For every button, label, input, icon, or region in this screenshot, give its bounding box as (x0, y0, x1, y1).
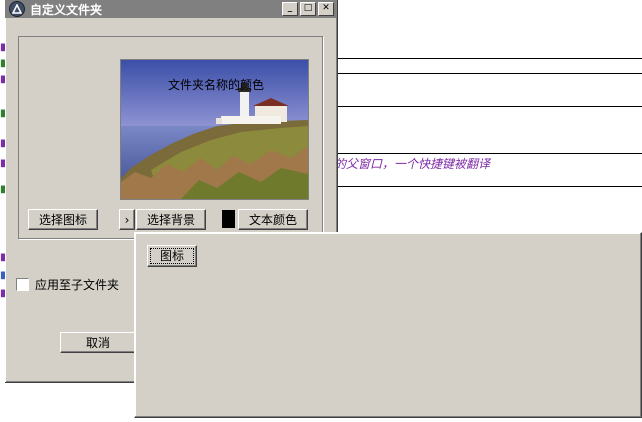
minimize-button[interactable]: _ (282, 2, 298, 16)
doc-rule (336, 58, 642, 59)
icon-panel: 图标 (134, 232, 642, 418)
folder-name-color-label: 文件夹名称的颜色 (168, 78, 265, 92)
desktop: 艾的父窗口，一个快捷键被翻译 ■ ■ ■ ■ ■ ■ ■ ■ ■ ■ 自定义文件… (0, 0, 642, 422)
doc-italic-line: 艾的父窗口，一个快捷键被翻译 (322, 157, 491, 171)
dialog-title: 自定义文件夹 (30, 2, 103, 17)
apply-subfolders-checkbox[interactable] (16, 278, 29, 291)
select-icon-button[interactable]: 选择图标 (28, 209, 98, 230)
text-color-swatch[interactable] (222, 210, 235, 228)
text-color-button[interactable]: 文本颜色 (238, 209, 308, 230)
app-logo-icon (9, 1, 25, 17)
doc-rule (336, 153, 642, 154)
cancel-button[interactable]: 取消 (60, 332, 136, 353)
icon-button[interactable]: 图标 (147, 245, 197, 267)
apply-subfolders-option[interactable]: 应用至子文件夹 (16, 276, 119, 293)
doc-rule (336, 73, 642, 74)
chevron-right-icon[interactable]: › (119, 209, 135, 230)
background-preview-image: 文件夹名称的颜色 (120, 59, 309, 200)
maximize-button[interactable]: □ (300, 2, 316, 16)
apply-subfolders-label: 应用至子文件夹 (35, 278, 120, 292)
doc-rule (336, 106, 642, 107)
select-background-button[interactable]: 选择背景 (136, 209, 206, 230)
doc-rule (336, 186, 642, 187)
title-bar[interactable]: 自定义文件夹 _ □ ✕ (5, 0, 337, 18)
close-button[interactable]: ✕ (318, 2, 334, 16)
